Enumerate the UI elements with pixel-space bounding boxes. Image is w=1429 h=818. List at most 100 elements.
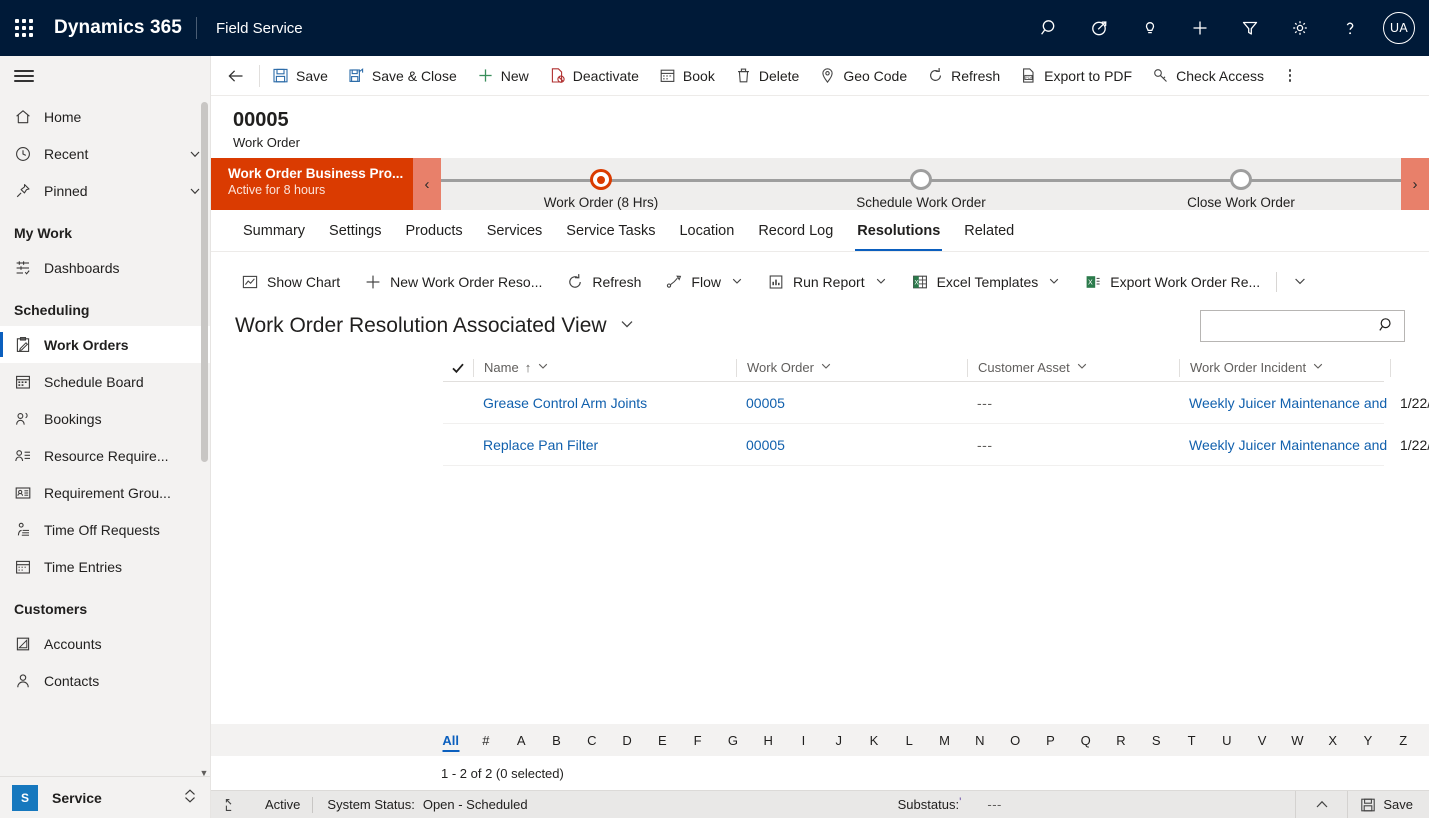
sidebar-item-home[interactable]: Home [0, 98, 210, 135]
cell-work-order[interactable]: 00005 [736, 437, 967, 453]
search-input[interactable] [1209, 318, 1378, 334]
alpha-filter-i[interactable]: I [786, 724, 821, 756]
refresh-button[interactable]: Refresh [917, 56, 1010, 95]
cell-name[interactable]: Grease Control Arm Joints [473, 395, 736, 411]
run-report-button[interactable]: Run Report [755, 264, 899, 300]
alpha-filter-r[interactable]: R [1103, 724, 1138, 756]
sidebar-item-accounts[interactable]: Accounts [0, 625, 210, 662]
alpha-filter-p[interactable]: P [1033, 724, 1068, 756]
gear-icon[interactable] [1275, 0, 1325, 56]
alpha-filter-h[interactable]: H [751, 724, 786, 756]
flow-button[interactable]: Flow [653, 264, 755, 300]
app-switcher-chevron-icon[interactable] [182, 787, 198, 808]
tab-resolutions[interactable]: Resolutions [845, 210, 952, 251]
footer-collapse-button[interactable] [1295, 790, 1347, 818]
chevron-down-icon[interactable] [1048, 275, 1060, 290]
bpf-stage-work-order[interactable]: Work Order (8 Hrs) [441, 158, 761, 210]
column-header-customer-asset[interactable]: Customer Asset [967, 358, 1179, 377]
substatus-value[interactable]: --- [965, 797, 1295, 812]
alpha-filter-a[interactable]: A [504, 724, 539, 756]
alpha-filter-f[interactable]: F [680, 724, 715, 756]
filter-icon[interactable] [1225, 0, 1275, 56]
chevron-down-icon[interactable] [619, 314, 635, 338]
sidebar-scroll-down-icon[interactable]: ▼ [199, 768, 209, 776]
subgrid-more-commands-button[interactable] [1281, 264, 1319, 300]
cell-name[interactable]: Replace Pan Filter [473, 437, 736, 453]
cell-work-order-incident[interactable]: Weekly Juicer Maintenance and [1179, 395, 1390, 411]
alpha-filter-n[interactable]: N [962, 724, 997, 756]
sidebar-item-contacts[interactable]: Contacts [0, 662, 210, 699]
sidebar-item-work-orders[interactable]: Work Orders [0, 326, 210, 363]
subgrid-refresh-button[interactable]: Refresh [554, 264, 653, 300]
tab-summary[interactable]: Summary [233, 210, 317, 251]
chevron-down-icon[interactable] [820, 360, 832, 375]
tab-location[interactable]: Location [667, 210, 746, 251]
brand-title[interactable]: Dynamics 365 [48, 17, 196, 39]
sitemap-toggle-button[interactable] [0, 56, 210, 96]
alpha-filter-m[interactable]: M [927, 724, 962, 756]
bpf-name-tag[interactable]: Work Order Business Pro... Active for 8 … [211, 158, 413, 210]
tab-related[interactable]: Related [952, 210, 1026, 251]
tab-service-tasks[interactable]: Service Tasks [554, 210, 667, 251]
sidebar-item-time-off-requests[interactable]: Time Off Requests [0, 511, 210, 548]
alpha-filter-x[interactable]: X [1315, 724, 1350, 756]
search-icon[interactable] [1025, 0, 1075, 56]
help-icon[interactable] [1325, 0, 1375, 56]
alpha-filter-g[interactable]: G [715, 724, 750, 756]
chevron-down-icon[interactable] [875, 275, 887, 290]
save-button[interactable]: Save [262, 56, 338, 95]
cell-work-order[interactable]: 00005 [736, 395, 967, 411]
alpha-filter-all[interactable]: All [433, 724, 468, 756]
tab-settings[interactable]: Settings [317, 210, 393, 251]
alpha-filter-c[interactable]: C [574, 724, 609, 756]
plus-icon[interactable] [1175, 0, 1225, 56]
search-icon[interactable] [1378, 316, 1396, 337]
column-header-name[interactable]: Name ↑ [473, 358, 736, 377]
more-commands-button[interactable] [1274, 56, 1306, 95]
delete-button[interactable]: Delete [725, 56, 809, 95]
alpha-filter-q[interactable]: Q [1068, 724, 1103, 756]
chevron-down-icon[interactable] [1076, 360, 1088, 375]
save-and-close-button[interactable]: Save & Close [338, 56, 467, 95]
geo-code-button[interactable]: Geo Code [809, 56, 917, 95]
tab-products[interactable]: Products [393, 210, 474, 251]
column-header-work-order-incident[interactable]: Work Order Incident [1179, 358, 1390, 377]
tab-record-log[interactable]: Record Log [746, 210, 845, 251]
avatar[interactable]: UA [1383, 12, 1415, 44]
alpha-filter-k[interactable]: K [856, 724, 891, 756]
alpha-filter-t[interactable]: T [1174, 724, 1209, 756]
export-to-pdf-button[interactable]: PDF Export to PDF [1010, 56, 1142, 95]
bpf-stage-schedule-work-order[interactable]: Schedule Work Order [761, 158, 1081, 210]
sidebar-scrollbar[interactable] [201, 102, 208, 462]
tab-services[interactable]: Services [475, 210, 555, 251]
alpha-filter-hash[interactable]: # [468, 724, 503, 756]
chevron-down-icon[interactable] [537, 360, 549, 375]
alpha-filter-o[interactable]: O [998, 724, 1033, 756]
alpha-filter-e[interactable]: E [645, 724, 680, 756]
alpha-filter-y[interactable]: Y [1350, 724, 1385, 756]
sidebar-item-time-entries[interactable]: Time Entries [0, 548, 210, 585]
check-access-button[interactable]: Check Access [1142, 56, 1274, 95]
show-chart-button[interactable]: Show Chart [229, 264, 352, 300]
export-work-order-resolution-button[interactable]: X Export Work Order Re... [1072, 264, 1272, 300]
alpha-filter-s[interactable]: S [1139, 724, 1174, 756]
alpha-filter-z[interactable]: Z [1386, 724, 1421, 756]
excel-templates-button[interactable]: X Excel Templates [899, 264, 1073, 300]
alpha-filter-w[interactable]: W [1280, 724, 1315, 756]
select-all-checkbox[interactable] [443, 361, 473, 375]
alpha-filter-l[interactable]: L [892, 724, 927, 756]
sidebar-item-requirement-groups[interactable]: Requirement Grou... [0, 474, 210, 511]
sidebar-item-schedule-board[interactable]: Schedule Board [0, 363, 210, 400]
table-row[interactable]: Replace Pan Filter 00005 --- Weekly Juic… [443, 424, 1429, 466]
popout-icon[interactable] [211, 797, 253, 813]
chevron-down-icon[interactable] [731, 275, 743, 290]
back-button[interactable] [215, 56, 257, 95]
bpf-previous-button[interactable]: ‹ [413, 158, 441, 210]
footer-save-button[interactable]: Save [1347, 790, 1429, 818]
alpha-filter-u[interactable]: U [1209, 724, 1244, 756]
lightbulb-icon[interactable] [1125, 0, 1175, 56]
subgrid-search-box[interactable] [1200, 310, 1405, 342]
system-status-value[interactable]: Open - Scheduled [423, 797, 528, 812]
bpf-next-button[interactable]: › [1401, 158, 1429, 210]
alpha-filter-b[interactable]: B [539, 724, 574, 756]
